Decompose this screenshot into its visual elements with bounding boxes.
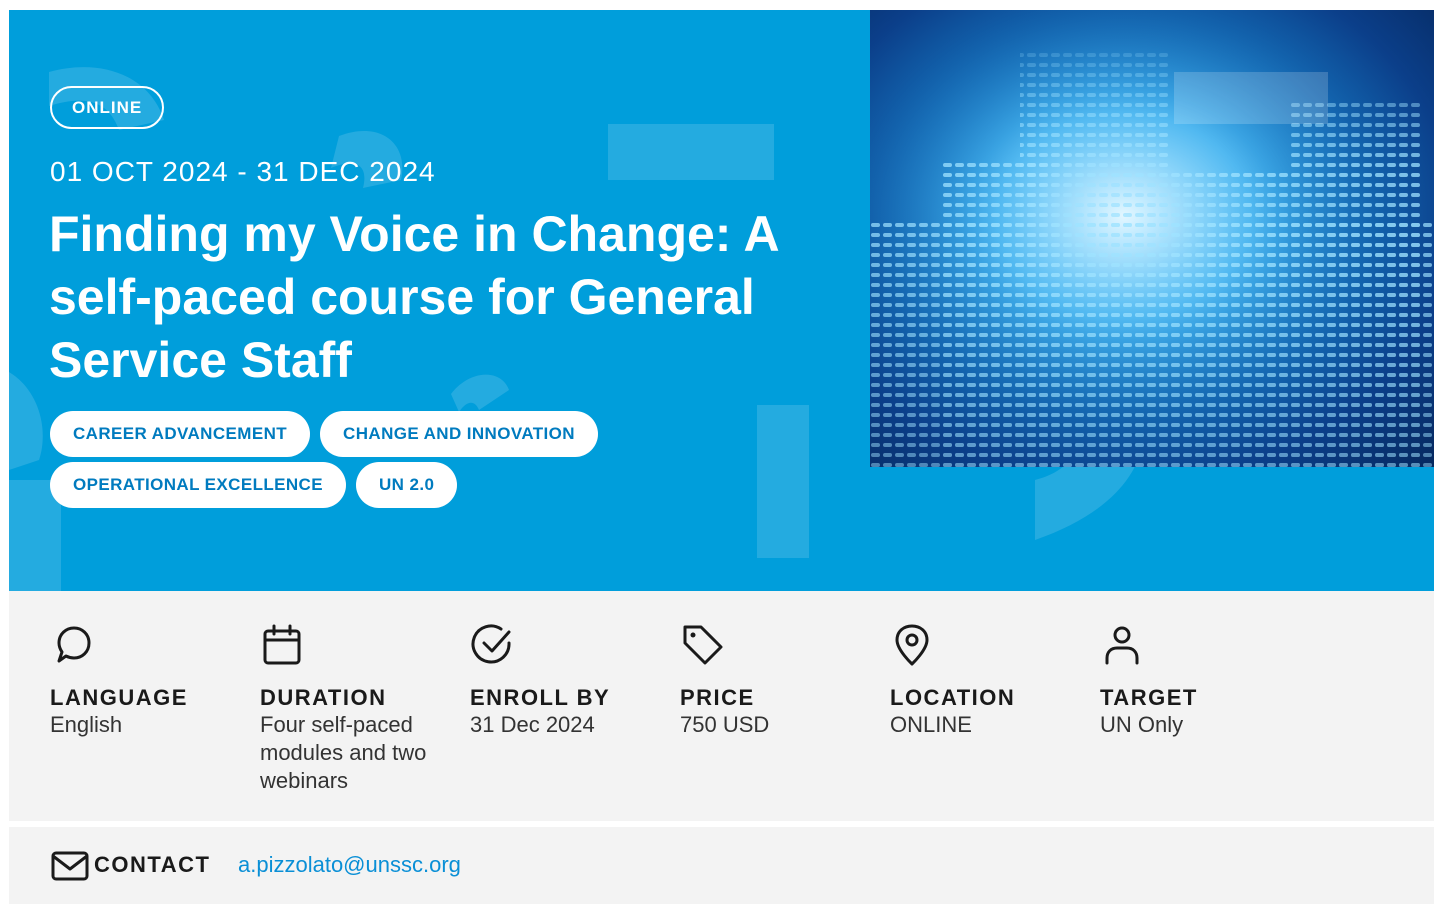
fact-label: TARGET: [1100, 685, 1198, 710]
location-pin-icon: [895, 624, 929, 666]
chat-bubble-icon: [57, 626, 91, 663]
fact-value: Four self-paced modules and two webinars: [260, 712, 427, 793]
person-icon: [1105, 626, 1139, 665]
fact-value: 750 USD: [680, 712, 770, 737]
envelope-icon: [51, 851, 89, 881]
course-title: Finding my Voice in Change: A self-paced…: [49, 206, 778, 388]
course-facts-panel: LANGUAGE English DURATION Four self-pace…: [9, 591, 1434, 821]
topic-tags: CAREER ADVANCEMENT CHANGE AND INNOVATION…: [50, 411, 830, 508]
sound-wave-image: [870, 10, 1434, 467]
fact-value: English: [50, 712, 123, 737]
contact-bar: CONTACT a.pizzolato@unssc.org: [9, 827, 1434, 904]
fact-label: DURATION: [260, 685, 387, 710]
fact-price: PRICE 750 USD: [680, 623, 865, 739]
fact-duration: DURATION Four self-paced modules and two…: [260, 623, 445, 795]
calendar-icon: [263, 624, 301, 665]
fact-location: LOCATION ONLINE: [890, 623, 1075, 739]
price-tag-icon: [683, 625, 723, 665]
check-circle-icon: [471, 624, 511, 664]
tag-un-2-0[interactable]: UN 2.0: [355, 462, 458, 508]
fact-label: PRICE: [680, 685, 755, 710]
fact-label: LOCATION: [890, 685, 1016, 710]
sound-wave-graphic: [870, 10, 1434, 467]
contact-email-link[interactable]: a.pizzolato@unssc.org: [238, 852, 461, 878]
delivery-mode-badge: ONLINE: [50, 86, 165, 129]
fact-language: LANGUAGE English: [50, 623, 235, 739]
fact-value: ONLINE: [890, 712, 972, 737]
fact-label: ENROLL BY: [470, 685, 611, 710]
fact-value: 31 Dec 2024: [470, 712, 595, 737]
course-dates: 01 OCT 2024 - 31 DEC 2024: [50, 156, 436, 187]
tag-operational-excellence[interactable]: OPERATIONAL EXCELLENCE: [50, 462, 346, 508]
fact-value: UN Only: [1100, 712, 1184, 737]
contact-label: CONTACT: [94, 852, 211, 877]
fact-target: TARGET UN Only: [1100, 623, 1285, 739]
tag-career-advancement[interactable]: CAREER ADVANCEMENT: [50, 411, 311, 457]
tag-change-and-innovation[interactable]: CHANGE AND INNOVATION: [320, 411, 598, 457]
fact-label: LANGUAGE: [50, 685, 188, 710]
fact-enroll-by: ENROLL BY 31 Dec 2024: [470, 623, 655, 739]
course-hero: ONLINE 01 OCT 2024 - 31 DEC 2024 Finding…: [9, 10, 1434, 591]
